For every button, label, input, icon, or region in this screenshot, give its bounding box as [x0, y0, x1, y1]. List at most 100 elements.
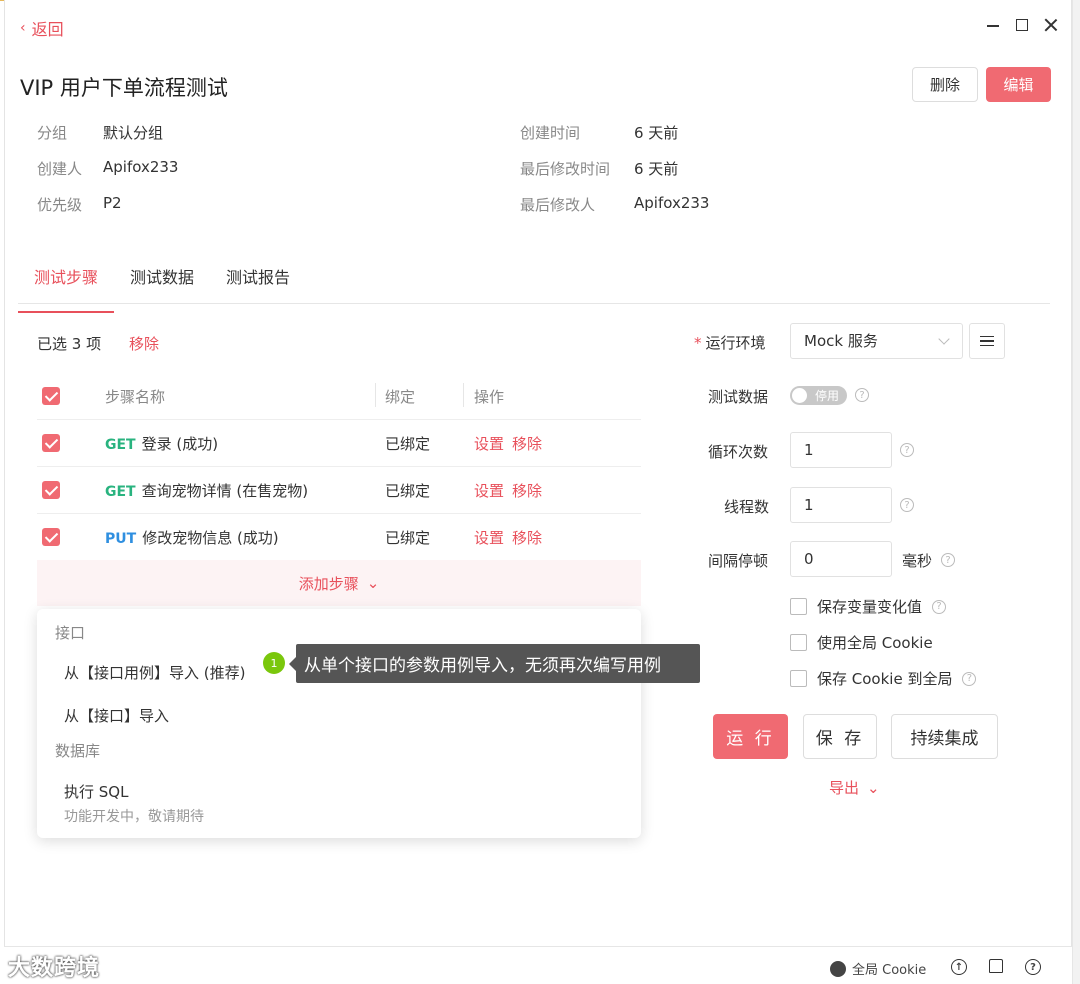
- test-data-label: 测试数据: [708, 388, 769, 406]
- row-checkbox[interactable]: [42, 434, 60, 452]
- chevron-left-icon: ‹: [20, 20, 26, 36]
- tab-test-steps[interactable]: 测试步骤: [18, 262, 115, 313]
- cookie-icon: [830, 960, 846, 977]
- back-button[interactable]: ‹ 返回: [20, 16, 64, 40]
- page-title: VIP 用户下单流程测试: [20, 76, 228, 100]
- help-icon[interactable]: ?: [855, 388, 869, 402]
- tab-test-data[interactable]: 测试数据: [114, 262, 210, 303]
- remove-step-link[interactable]: 移除: [512, 527, 542, 548]
- upload-button[interactable]: ↑: [951, 959, 967, 975]
- interval-input[interactable]: 0: [790, 541, 892, 577]
- global-cookie-label: 使用全局 Cookie: [817, 634, 933, 652]
- help-button[interactable]: ?: [1025, 959, 1041, 975]
- test-data-toggle[interactable]: 停用: [790, 386, 847, 405]
- meta-modifier-label: 最后修改人: [520, 196, 596, 214]
- run-button[interactable]: 运 行: [713, 714, 788, 759]
- row-checkbox[interactable]: [42, 528, 60, 546]
- step-name[interactable]: 查询宠物详情 (在售宠物): [142, 482, 308, 500]
- export-label: 导出: [829, 779, 860, 797]
- method-badge: GET: [105, 437, 136, 453]
- save-variable-checkbox[interactable]: 保存变量变化值 ?: [790, 596, 947, 617]
- edit-button[interactable]: 编辑: [986, 67, 1051, 102]
- global-cookie-status-label: 全局 Cookie: [852, 963, 927, 978]
- help-icon[interactable]: ?: [941, 553, 955, 567]
- remove-step-link[interactable]: 移除: [512, 480, 542, 501]
- add-step-button[interactable]: 添加步骤 ⌄: [37, 560, 641, 606]
- meta-modifier-value: Apifox233: [634, 194, 710, 212]
- meta-group: 分组: [37, 124, 68, 142]
- tab-test-report[interactable]: 测试报告: [210, 262, 306, 303]
- import-from-case-item[interactable]: 从【接口用例】导入 (推荐): [64, 662, 245, 683]
- table-row: GET 查询宠物详情 (在售宠物) 已绑定 设置 移除: [37, 467, 641, 514]
- meta-priority-value: P2: [103, 194, 122, 212]
- save-variable-label: 保存变量变化值: [817, 598, 923, 616]
- set-step-link[interactable]: 设置: [474, 480, 504, 501]
- execute-sql-item[interactable]: 执行 SQL: [64, 781, 128, 802]
- checkbox[interactable]: [790, 670, 807, 687]
- minimize-icon[interactable]: [986, 18, 1000, 32]
- row-checkbox[interactable]: [42, 481, 60, 499]
- save-cookie-label: 保存 Cookie 到全局: [817, 670, 953, 688]
- thread-count-input[interactable]: 1: [790, 487, 892, 523]
- toggle-label: 停用: [815, 389, 840, 403]
- chevron-down-icon: [938, 333, 950, 345]
- loop-label: 循环次数: [708, 443, 769, 461]
- select-all-checkbox[interactable]: [42, 387, 60, 405]
- help-icon[interactable]: ?: [900, 443, 914, 457]
- step-number-badge: 1: [263, 652, 285, 674]
- help-icon[interactable]: ?: [962, 671, 977, 686]
- help-icon[interactable]: ?: [900, 498, 914, 512]
- chevron-down-icon: ⌄: [867, 778, 880, 797]
- loop-count-input[interactable]: 1: [790, 432, 892, 468]
- method-badge: PUT: [105, 531, 137, 547]
- tooltip: 从单个接口的参数用例导入，无须再次编写用例: [289, 644, 700, 683]
- bind-status: 已绑定: [385, 482, 431, 500]
- method-badge: GET: [105, 484, 136, 500]
- checkbox[interactable]: [790, 634, 807, 651]
- delete-button[interactable]: 删除: [912, 67, 978, 102]
- step-name[interactable]: 登录 (成功): [142, 435, 218, 453]
- global-cookie-checkbox[interactable]: 使用全局 Cookie: [790, 632, 933, 653]
- meta-modified-label: 最后修改时间: [520, 160, 611, 178]
- shirt-icon: [989, 959, 1003, 973]
- background-window-edge: [1072, 0, 1080, 984]
- bind-status: 已绑定: [385, 529, 431, 547]
- import-from-api-item[interactable]: 从【接口】导入: [64, 705, 169, 726]
- meta-created-label: 创建时间: [520, 124, 581, 142]
- global-cookie-button[interactable]: 全局 Cookie: [830, 959, 926, 978]
- menu-icon: [980, 335, 994, 338]
- env-label: 运行环境: [705, 334, 766, 352]
- step-name[interactable]: 修改宠物信息 (成功): [142, 529, 278, 547]
- execute-sql-subtitle: 功能开发中，敬请期待: [64, 809, 204, 825]
- remove-selected-button[interactable]: 移除: [129, 333, 159, 354]
- dropdown-group-api: 接口: [55, 624, 86, 642]
- question-icon: ?: [1025, 959, 1041, 975]
- env-select[interactable]: Mock 服务: [790, 323, 963, 359]
- env-label-row: * 运行环境: [694, 332, 766, 353]
- save-button[interactable]: 保 存: [803, 714, 877, 759]
- table-row: GET 登录 (成功) 已绑定 设置 移除: [37, 420, 641, 467]
- dropdown-group-db: 数据库: [55, 742, 101, 760]
- set-step-link[interactable]: 设置: [474, 433, 504, 454]
- window-controls: [986, 18, 1058, 32]
- meta-created-value: 6 天前: [634, 124, 679, 142]
- theme-button[interactable]: [989, 959, 1003, 973]
- checkbox[interactable]: [790, 598, 807, 615]
- ci-button[interactable]: 持续集成: [891, 714, 998, 759]
- chevron-down-icon: ⌄: [366, 574, 380, 592]
- status-bar: 全局 Cookie ↑ ?: [4, 946, 1072, 984]
- interval-label: 间隔停顿: [708, 552, 769, 570]
- close-icon[interactable]: [1044, 18, 1058, 32]
- maximize-icon[interactable]: [1016, 19, 1028, 31]
- watermark-logo: 大数跨境: [8, 956, 101, 981]
- save-cookie-checkbox[interactable]: 保存 Cookie 到全局 ?: [790, 668, 977, 689]
- env-menu-button[interactable]: [969, 323, 1005, 359]
- set-step-link[interactable]: 设置: [474, 527, 504, 548]
- help-icon[interactable]: ?: [932, 599, 947, 614]
- toggle-knob: [792, 388, 807, 403]
- remove-step-link[interactable]: 移除: [512, 433, 542, 454]
- export-button[interactable]: 导出 ⌄: [829, 777, 880, 798]
- meta-modified-value: 6 天前: [634, 160, 679, 178]
- column-header-bind: 绑定: [385, 388, 416, 406]
- tab-bar: 测试步骤 测试数据 测试报告: [18, 262, 1050, 313]
